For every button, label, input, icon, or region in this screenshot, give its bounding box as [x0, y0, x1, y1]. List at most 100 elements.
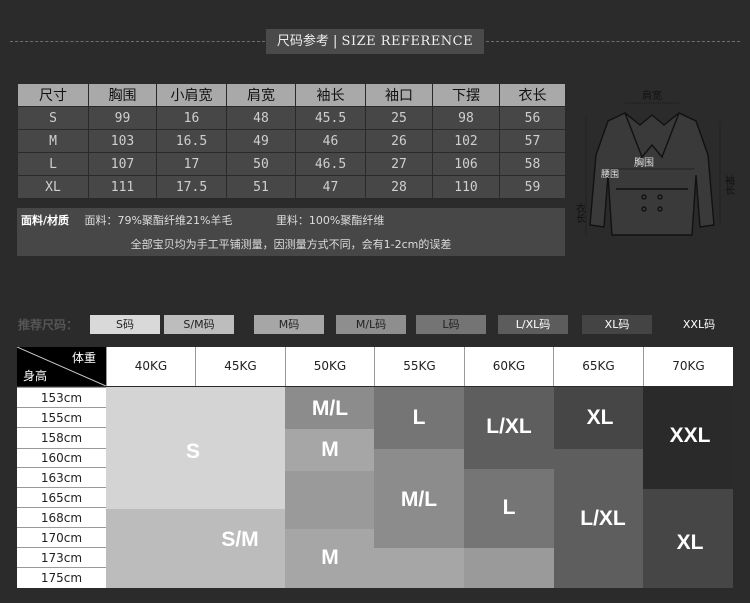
table-cell: 17 — [156, 152, 227, 176]
table-cell: 59 — [499, 175, 566, 199]
material-info: 面料/材质 面料：79%聚酯纤维21%羊毛 里料：100%聚酯纤维 全部宝贝均为… — [17, 208, 565, 256]
size-block-label: XXL — [669, 424, 711, 447]
column-header: 袖长 — [295, 83, 366, 107]
coat-label-waist: 腰围 — [601, 169, 619, 180]
column-header: 衣长 — [499, 83, 566, 107]
height-axis-label: 身高 — [23, 369, 48, 383]
weight-header: 50KG — [285, 347, 374, 386]
table-cell: 56 — [499, 106, 566, 130]
recommend-size-chip: XL码 — [582, 315, 652, 334]
coat-label-chest: 胸围 — [634, 156, 654, 169]
table-cell: 25 — [365, 106, 433, 130]
header-divider-right — [486, 41, 740, 42]
height-header: 153cm — [17, 387, 106, 407]
table-row: S 99 16 48 45.5 25 98 56 — [17, 106, 566, 130]
height-header: 158cm — [17, 427, 106, 448]
weight-axis-label: 体重 — [71, 351, 96, 365]
height-header: 168cm — [17, 507, 106, 527]
material-label: 面料/材质 — [21, 214, 70, 227]
weight-header: 55KG — [374, 347, 464, 386]
table-cell: 51 — [226, 175, 296, 199]
recommend-size-chip: M码 — [254, 315, 324, 334]
table-cell: 110 — [432, 175, 500, 199]
coat-label-length: 衣长 — [574, 202, 586, 223]
recommend-size-chip: S/M码 — [164, 315, 234, 334]
table-cell: 58 — [499, 152, 566, 176]
measurement-note: 全部宝贝均为手工平铺测量，因测量方式不同，会有1-2cm的误差 — [130, 238, 452, 251]
coat-label-shoulder: 肩宽 — [642, 89, 662, 102]
weight-header: 60KG — [464, 347, 553, 386]
grid-corner: 体重 身高 — [17, 347, 106, 386]
size-block-label: XL — [586, 406, 614, 429]
table-row: M 103 16.5 49 46 26 102 57 — [17, 129, 566, 153]
size-block-label: L/XL — [580, 507, 626, 530]
table-cell: 16.5 — [156, 129, 227, 153]
table-cell: M — [17, 129, 89, 153]
header-divider-left — [10, 41, 265, 42]
table-cell: 17.5 — [156, 175, 227, 199]
weight-header: 40KG — [106, 347, 195, 386]
size-block-label: S — [185, 440, 201, 463]
column-header: 肩宽 — [226, 83, 296, 107]
height-header: 155cm — [17, 407, 106, 427]
column-header: 袖口 — [365, 83, 433, 107]
size-block-label: L/XL — [486, 415, 532, 438]
recommend-size-chip: M/L码 — [336, 315, 406, 334]
recommend-size-chip: L/XL码 — [498, 315, 568, 334]
column-header: 尺寸 — [17, 83, 89, 107]
table-cell: 57 — [499, 129, 566, 153]
height-header: 170cm — [17, 527, 106, 547]
table-cell: 27 — [365, 152, 433, 176]
height-header: 163cm — [17, 467, 106, 487]
height-header: 165cm — [17, 487, 106, 507]
table-cell: 45.5 — [295, 106, 366, 130]
size-block-label: XL — [676, 531, 704, 554]
height-header: 160cm — [17, 448, 106, 467]
size-block-label: M/L — [400, 488, 438, 511]
coat-sketch: 肩宽 胸围 腰围 衣长 袖长 — [574, 89, 735, 236]
size-block-label: S/M — [221, 528, 259, 551]
table-cell: 111 — [88, 175, 157, 199]
column-header: 小肩宽 — [156, 83, 227, 107]
table-cell: 47 — [295, 175, 366, 199]
table-cell: S — [17, 106, 89, 130]
section-title-en: SIZE REFERENCE — [341, 34, 474, 49]
section-title: 尺码参考 | SIZE REFERENCE — [266, 29, 484, 54]
fabric-info: 面料：79%聚酯纤维21%羊毛 — [84, 214, 233, 227]
size-block-label: M/L — [311, 397, 349, 420]
section-title-cn: 尺码参考 — [276, 34, 329, 49]
table-cell: 49 — [226, 129, 296, 153]
height-header: 175cm — [17, 567, 106, 588]
weight-header: 45KG — [195, 347, 285, 386]
table-cell: 16 — [156, 106, 227, 130]
table-cell: 106 — [432, 152, 500, 176]
column-header: 胸围 — [88, 83, 157, 107]
table-cell: 26 — [365, 129, 433, 153]
table-row: XL 111 17.5 51 47 28 110 59 — [17, 175, 566, 199]
size-table-header: 尺寸 胸围 小肩宽 肩宽 袖长 袖口 下摆 衣长 — [17, 83, 566, 107]
table-cell: 50 — [226, 152, 296, 176]
size-block-label: L — [412, 406, 426, 429]
table-row: L 107 17 50 46.5 27 106 58 — [17, 152, 566, 176]
section-title-sep: | — [333, 34, 338, 49]
size-block-label: L — [502, 496, 516, 519]
recommend-label: 推荐尺码： — [18, 318, 79, 332]
table-cell: 28 — [365, 175, 433, 199]
recommend-size-chip: S码 — [90, 315, 160, 334]
table-cell: XL — [17, 175, 89, 199]
lining-info: 里料：100%聚酯纤维 — [275, 214, 385, 227]
table-cell: L — [17, 152, 89, 176]
weight-header: 70KG — [643, 347, 733, 386]
table-cell: 102 — [432, 129, 500, 153]
table-cell: 46.5 — [295, 152, 366, 176]
coat-label-sleeve: 袖长 — [723, 174, 735, 195]
size-block-label: M — [321, 438, 339, 461]
table-cell: 99 — [88, 106, 157, 130]
size-table: 尺寸 胸围 小肩宽 肩宽 袖长 袖口 下摆 衣长 S 99 16 48 45.5… — [17, 83, 566, 199]
table-cell: 46 — [295, 129, 366, 153]
table-cell: 107 — [88, 152, 157, 176]
recommend-size-chip: L码 — [416, 315, 486, 334]
table-cell: 103 — [88, 129, 157, 153]
recommend-size-chip: XXL码 — [664, 315, 734, 334]
height-header: 173cm — [17, 547, 106, 567]
